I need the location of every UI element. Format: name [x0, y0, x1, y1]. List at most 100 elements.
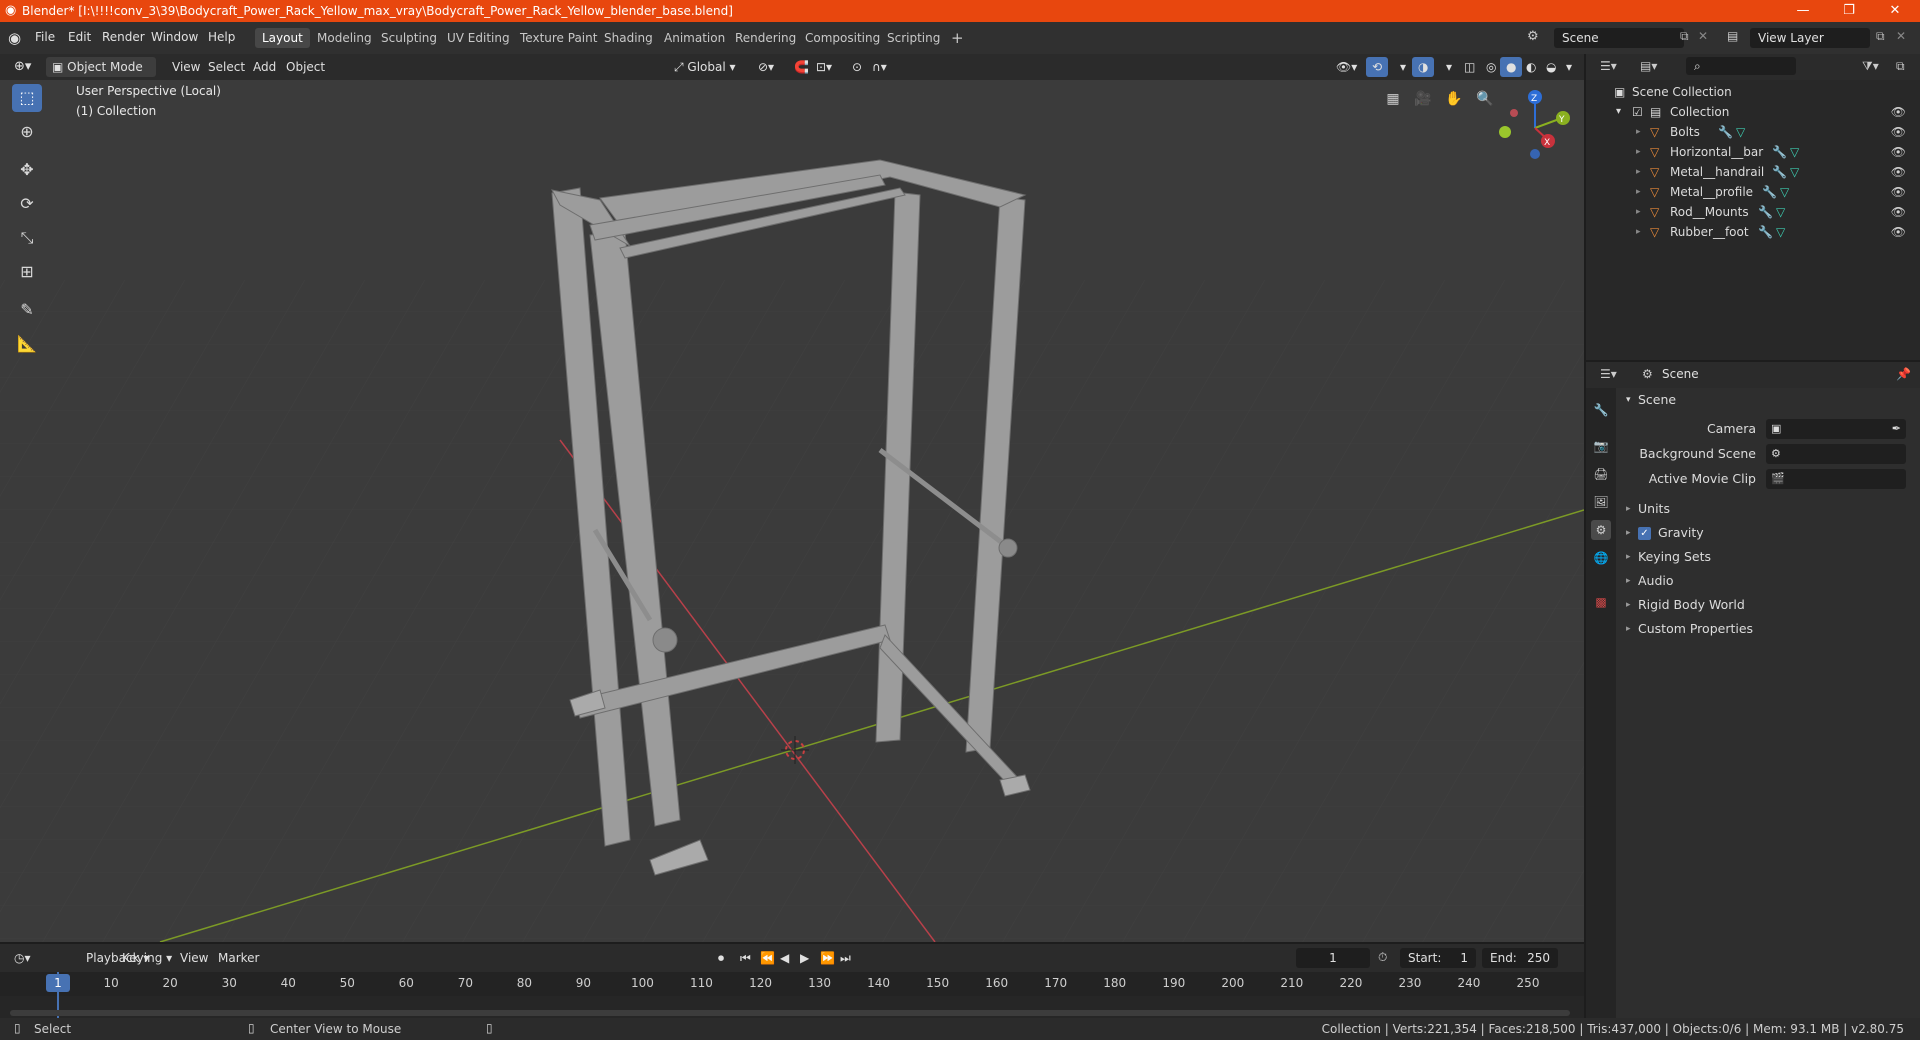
cursor-tool-icon[interactable]: ⊕ — [12, 118, 42, 146]
eyedropper-icon[interactable]: ✒ — [1892, 418, 1901, 440]
add-workspace-button[interactable]: + — [944, 28, 971, 48]
minimize-button[interactable]: — — [1780, 0, 1826, 22]
camera-view-icon[interactable]: 🎥 — [1410, 86, 1436, 112]
tab-uv-editing[interactable]: UV Editing — [440, 28, 517, 48]
tab-scene-icon[interactable]: ⚙ — [1591, 520, 1611, 540]
snap-target-icon[interactable]: ⊡▾ — [810, 57, 838, 77]
collapse-arrow-icon[interactable]: ▾ — [1616, 102, 1621, 122]
expand-arrow-icon[interactable]: ▸ — [1636, 222, 1641, 242]
menu-window[interactable]: Window — [151, 30, 198, 44]
collapse-arrow-icon[interactable]: ▾ — [1626, 389, 1631, 411]
preview-range-icon[interactable]: ⏱ — [1378, 950, 1387, 965]
menu-timeline-view[interactable]: View — [174, 948, 214, 968]
properties-editor-type-icon[interactable]: ☰▾ — [1600, 367, 1617, 381]
menu-object[interactable]: Object — [280, 57, 331, 77]
menu-marker[interactable]: Marker — [212, 948, 265, 968]
current-frame-field[interactable]: 1 — [1296, 948, 1370, 968]
play-icon[interactable]: ▶ — [794, 948, 815, 968]
list-item[interactable]: ▸ ▽ Bolts 🔧 ▽ 👁 — [1586, 122, 1920, 142]
visibility-eye-icon[interactable]: 👁 — [1891, 162, 1906, 182]
new-scene-icon[interactable]: ⧉ — [1680, 29, 1689, 44]
gravity-checkbox[interactable]: ✓ — [1638, 527, 1651, 540]
editor-type-icon[interactable]: ⊕▾ — [8, 57, 37, 77]
overlays-toggle-icon[interactable]: ◑ — [1412, 57, 1435, 77]
start-frame-field[interactable]: Start: 1 — [1400, 948, 1476, 968]
outliner-scene-collection[interactable]: ▣ Scene Collection — [1586, 82, 1920, 102]
tab-animation[interactable]: Animation — [657, 28, 732, 48]
gizmo-neg-x-axis[interactable] — [1510, 109, 1518, 117]
filter-icon[interactable]: ⧩▾ — [1862, 59, 1879, 74]
gizmo-dropdown-icon[interactable]: ▾ — [1394, 57, 1412, 77]
select-box-tool-icon[interactable]: ⬚ — [12, 84, 42, 112]
list-item[interactable]: ▸ ▽ Metal__handrail 🔧 ▽ 👁 — [1586, 162, 1920, 182]
tab-render-icon[interactable]: 📷 — [1591, 436, 1611, 456]
tab-world-icon[interactable]: 🌐 — [1591, 548, 1611, 568]
record-icon[interactable]: ⏺ — [712, 948, 730, 968]
camera-field[interactable]: ▣ ✒ — [1766, 419, 1906, 439]
units-panel[interactable]: ▸ Units — [1616, 498, 1920, 520]
list-item[interactable]: ▸ ▽ Rubber__foot 🔧 ▽ 👁 — [1586, 222, 1920, 242]
tab-texture-paint[interactable]: Texture Paint — [513, 28, 604, 48]
display-mode-icon[interactable]: ▤▾ — [1640, 59, 1657, 73]
tab-output-icon[interactable]: 🖨 — [1591, 464, 1611, 484]
new-view-layer-icon[interactable]: ⧉ — [1876, 29, 1885, 44]
outliner-collection[interactable]: ▾ ☑ ▤ Collection 👁 — [1586, 102, 1920, 122]
visibility-eye-icon[interactable]: 👁 — [1891, 122, 1906, 142]
gravity-panel[interactable]: ▸ ✓ Gravity — [1616, 522, 1920, 544]
expand-arrow-icon[interactable]: ▸ — [1636, 142, 1641, 162]
list-item[interactable]: ▸ ▽ Rod__Mounts 🔧 ▽ 👁 — [1586, 202, 1920, 222]
maximize-button[interactable]: ❐ — [1826, 0, 1872, 22]
rigid-body-world-panel[interactable]: ▸ Rigid Body World — [1616, 594, 1920, 616]
close-window-button[interactable]: ✕ — [1872, 0, 1918, 22]
menu-add[interactable]: Add — [247, 57, 282, 77]
play-reverse-icon[interactable]: ◀ — [774, 948, 795, 968]
keying-sets-panel[interactable]: ▸ Keying Sets — [1616, 546, 1920, 568]
view-layer-browse-icon[interactable]: ▤ — [1727, 29, 1738, 43]
end-frame-field[interactable]: End: 250 — [1482, 948, 1558, 968]
menu-select[interactable]: Select — [202, 57, 251, 77]
visibility-eye-icon[interactable]: 👁 — [1891, 102, 1906, 122]
scene-browse-icon[interactable]: ⚙ — [1527, 29, 1539, 44]
rotate-tool-icon[interactable]: ⟳ — [12, 190, 42, 218]
tab-scripting[interactable]: Scripting — [880, 28, 947, 48]
expand-arrow-icon[interactable]: ▸ — [1636, 202, 1641, 222]
visibility-eye-icon[interactable]: 👁 — [1891, 222, 1906, 242]
falloff-icon[interactable]: ∩▾ — [866, 57, 893, 77]
audio-panel[interactable]: ▸ Audio — [1616, 570, 1920, 592]
pivot-point-icon[interactable]: ⊘▾ — [752, 57, 780, 77]
scene-selector[interactable]: Scene — [1554, 28, 1684, 48]
frame-ruler[interactable]: 10 20 30 40 50 60 70 80 90 100 110 120 130 140 150 160 1… — [0, 972, 1584, 996]
delete-view-layer-icon[interactable]: ✕ — [1896, 29, 1906, 43]
visibility-eye-icon[interactable]: 👁 — [1891, 182, 1906, 202]
visibility-eye-icon[interactable]: 👁 — [1891, 142, 1906, 162]
3d-viewport[interactable]: Z Y X User Perspective (Local) (1) Colle… — [0, 80, 1584, 942]
delete-scene-icon[interactable]: ✕ — [1698, 29, 1708, 43]
expand-arrow-icon[interactable]: ▸ — [1636, 182, 1641, 202]
visibility-icon[interactable]: 👁▾ — [1330, 57, 1363, 77]
expand-arrow-icon[interactable]: ▸ — [1626, 618, 1631, 640]
outliner-editor-type-icon[interactable]: ☰▾ — [1600, 59, 1617, 73]
gizmo-neg-z-axis[interactable] — [1530, 149, 1540, 159]
list-item[interactable]: ▸ ▽ Metal__profile 🔧 ▽ 👁 — [1586, 182, 1920, 202]
tab-tool-icon[interactable]: 🔧 — [1591, 400, 1611, 420]
gizmo-neg-y-axis[interactable] — [1499, 126, 1511, 138]
transform-tool-icon[interactable]: ⊞ — [12, 258, 42, 286]
expand-arrow-icon[interactable]: ▸ — [1636, 162, 1641, 182]
toggle-perspective-icon[interactable]: ▦ — [1380, 86, 1406, 112]
expand-arrow-icon[interactable]: ▸ — [1626, 594, 1631, 616]
timeline-track-area[interactable] — [0, 996, 1584, 1020]
transform-orientation-dropdown[interactable]: ⤢ Global ▾ — [668, 57, 742, 77]
tab-sculpting[interactable]: Sculpting — [374, 28, 444, 48]
menu-help[interactable]: Help — [208, 30, 235, 44]
active-movie-clip-field[interactable]: 🎬 — [1766, 469, 1906, 489]
expand-arrow-icon[interactable]: ▸ — [1626, 546, 1631, 568]
playhead-frame-badge[interactable]: 1 — [46, 974, 70, 992]
outliner-search-input[interactable]: ⌕ — [1686, 57, 1796, 75]
menu-view[interactable]: View — [166, 57, 206, 77]
background-scene-field[interactable]: ⚙ — [1766, 444, 1906, 464]
annotate-tool-icon[interactable]: ✎ — [12, 296, 42, 324]
timeline-editor-type-icon[interactable]: ◷▾ — [8, 948, 37, 968]
expand-arrow-icon[interactable]: ▸ — [1626, 498, 1631, 520]
tab-layout[interactable]: Layout — [255, 28, 310, 48]
menu-render[interactable]: Render — [102, 30, 145, 44]
